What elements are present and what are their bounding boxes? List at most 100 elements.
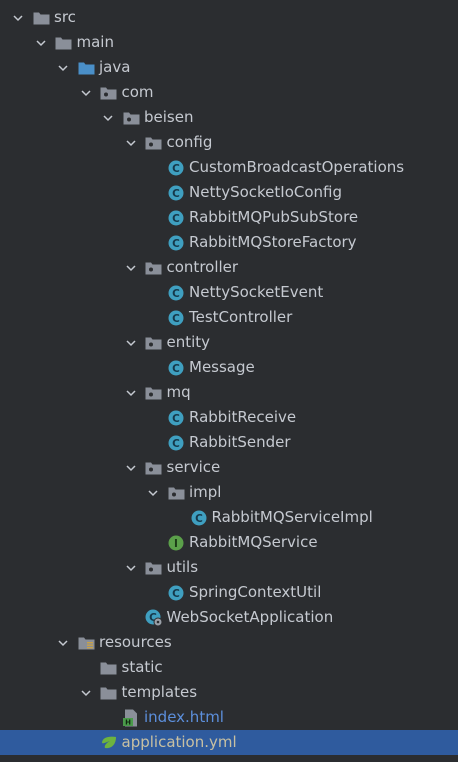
tree-node[interactable]: C TestController: [0, 305, 458, 330]
tree-node[interactable]: C NettySocketEvent: [0, 280, 458, 305]
tree-node[interactable]: C Message: [0, 355, 458, 380]
tree-node[interactable]: application.yml: [0, 730, 458, 755]
tree-node-label: resources: [99, 633, 172, 651]
class-icon: C: [167, 359, 185, 377]
svg-text:C: C: [172, 588, 180, 600]
chevron-down-icon[interactable]: [147, 487, 159, 499]
tree-node-label: RabbitMQPubSubStore: [189, 208, 359, 226]
tree-root-node[interactable]: src: [0, 5, 458, 30]
class-icon: C: [167, 434, 185, 452]
class-icon: C: [167, 584, 185, 602]
class-icon: C: [167, 284, 185, 302]
tree-node-label: impl: [189, 483, 222, 501]
tree-node[interactable]: C NettySocketIoConfig: [0, 180, 458, 205]
chevron-down-icon[interactable]: [57, 62, 69, 74]
tree-node[interactable]: C WebSocketApplication: [0, 605, 458, 630]
tree-node[interactable]: entity: [0, 330, 458, 355]
chevron-down-icon[interactable]: [35, 37, 47, 49]
chevron-down-icon[interactable]: [125, 462, 137, 474]
tree-node[interactable]: java: [0, 55, 458, 80]
class-icon: C: [167, 209, 185, 227]
chevron-down-icon[interactable]: [102, 112, 114, 124]
tree-node[interactable]: resources: [0, 630, 458, 655]
svg-text:C: C: [195, 513, 203, 525]
tree-node[interactable]: mq: [0, 380, 458, 405]
tree-node[interactable]: C CustomBroadcastOperations: [0, 155, 458, 180]
svg-text:C: C: [172, 363, 180, 375]
tree-node[interactable]: I RabbitMQService: [0, 530, 458, 555]
tree-node[interactable]: C RabbitReceive: [0, 405, 458, 430]
tree-node[interactable]: C RabbitMQServiceImpl: [0, 505, 458, 530]
tree-node-label: RabbitMQService: [189, 533, 318, 551]
interface-icon: I: [167, 534, 185, 552]
tree-node[interactable]: static: [0, 655, 458, 680]
svg-text:H: H: [125, 718, 131, 726]
chevron-down-icon[interactable]: [12, 12, 24, 24]
chevron-down-icon[interactable]: [80, 87, 92, 99]
chevron-down-icon[interactable]: [125, 137, 137, 149]
class-icon: C: [167, 184, 185, 202]
tree-node[interactable]: service: [0, 455, 458, 480]
tree-node[interactable]: Hindex.html: [0, 705, 458, 730]
chevron-down-icon[interactable]: [125, 387, 137, 399]
package-icon: [145, 134, 163, 152]
tree-node[interactable]: config: [0, 130, 458, 155]
tree-node-label: entity: [166, 333, 211, 351]
resources-folder-icon: [77, 634, 95, 652]
package-icon: [100, 84, 118, 102]
tree-node[interactable]: impl: [0, 480, 458, 505]
tree-node-label: static: [121, 658, 163, 676]
svg-text:I: I: [174, 538, 178, 550]
tree-node-label: CustomBroadcastOperations: [189, 158, 405, 176]
tree-node-label: controller: [166, 258, 239, 276]
svg-text:C: C: [172, 313, 180, 325]
svg-text:C: C: [172, 213, 180, 225]
package-icon: [145, 559, 163, 577]
tree-node-label: com: [121, 83, 154, 101]
svg-text:C: C: [172, 288, 180, 300]
source-folder-icon: [77, 59, 95, 77]
tree-node-label: TestController: [189, 308, 293, 326]
class-icon: C: [190, 509, 208, 527]
tree-node-label: RabbitReceive: [189, 408, 297, 426]
tree-node-label: NettySocketEvent: [189, 283, 324, 301]
tree-node[interactable]: templates: [0, 680, 458, 705]
tree-node-label: WebSocketApplication: [166, 608, 334, 626]
chevron-down-icon[interactable]: [57, 637, 69, 649]
tree-node-label: config: [166, 133, 213, 151]
tree-node-label: RabbitSender: [189, 433, 291, 451]
svg-text:C: C: [172, 188, 180, 200]
svg-text:C: C: [172, 438, 180, 450]
folder-icon: [100, 684, 118, 702]
chevron-down-icon[interactable]: [80, 687, 92, 699]
class-icon: C: [167, 159, 185, 177]
chevron-down-icon[interactable]: [125, 337, 137, 349]
tree-node[interactable]: utils: [0, 555, 458, 580]
tree-node[interactable]: main: [0, 30, 458, 55]
tree-node[interactable]: C RabbitSender: [0, 430, 458, 455]
tree-node[interactable]: C RabbitMQStoreFactory: [0, 230, 458, 255]
tree-node-label: mq: [166, 383, 191, 401]
package-icon: [167, 484, 185, 502]
tree-node-label: application.yml: [121, 733, 237, 751]
tree-node-label: index.html: [144, 708, 224, 726]
tree-node-label: service: [166, 458, 221, 476]
folder-icon: [32, 9, 50, 27]
svg-text:C: C: [172, 163, 180, 175]
tree-node[interactable]: C SpringContextUtil: [0, 580, 458, 605]
tree-node[interactable]: C RabbitMQPubSubStore: [0, 205, 458, 230]
html-file-icon: H: [122, 709, 140, 727]
tree-node[interactable]: beisen: [0, 105, 458, 130]
chevron-down-icon[interactable]: [125, 262, 137, 274]
chevron-down-icon[interactable]: [125, 562, 137, 574]
tree-node-label: templates: [121, 683, 198, 701]
package-icon: [145, 459, 163, 477]
folder-icon: [55, 34, 73, 52]
tree-node-label: Message: [189, 358, 255, 376]
package-icon: [122, 109, 140, 127]
class-icon: C: [167, 309, 185, 327]
package-icon: [145, 384, 163, 402]
tree-node[interactable]: com: [0, 80, 458, 105]
tree-node-label: beisen: [144, 108, 194, 126]
tree-node[interactable]: controller: [0, 255, 458, 280]
